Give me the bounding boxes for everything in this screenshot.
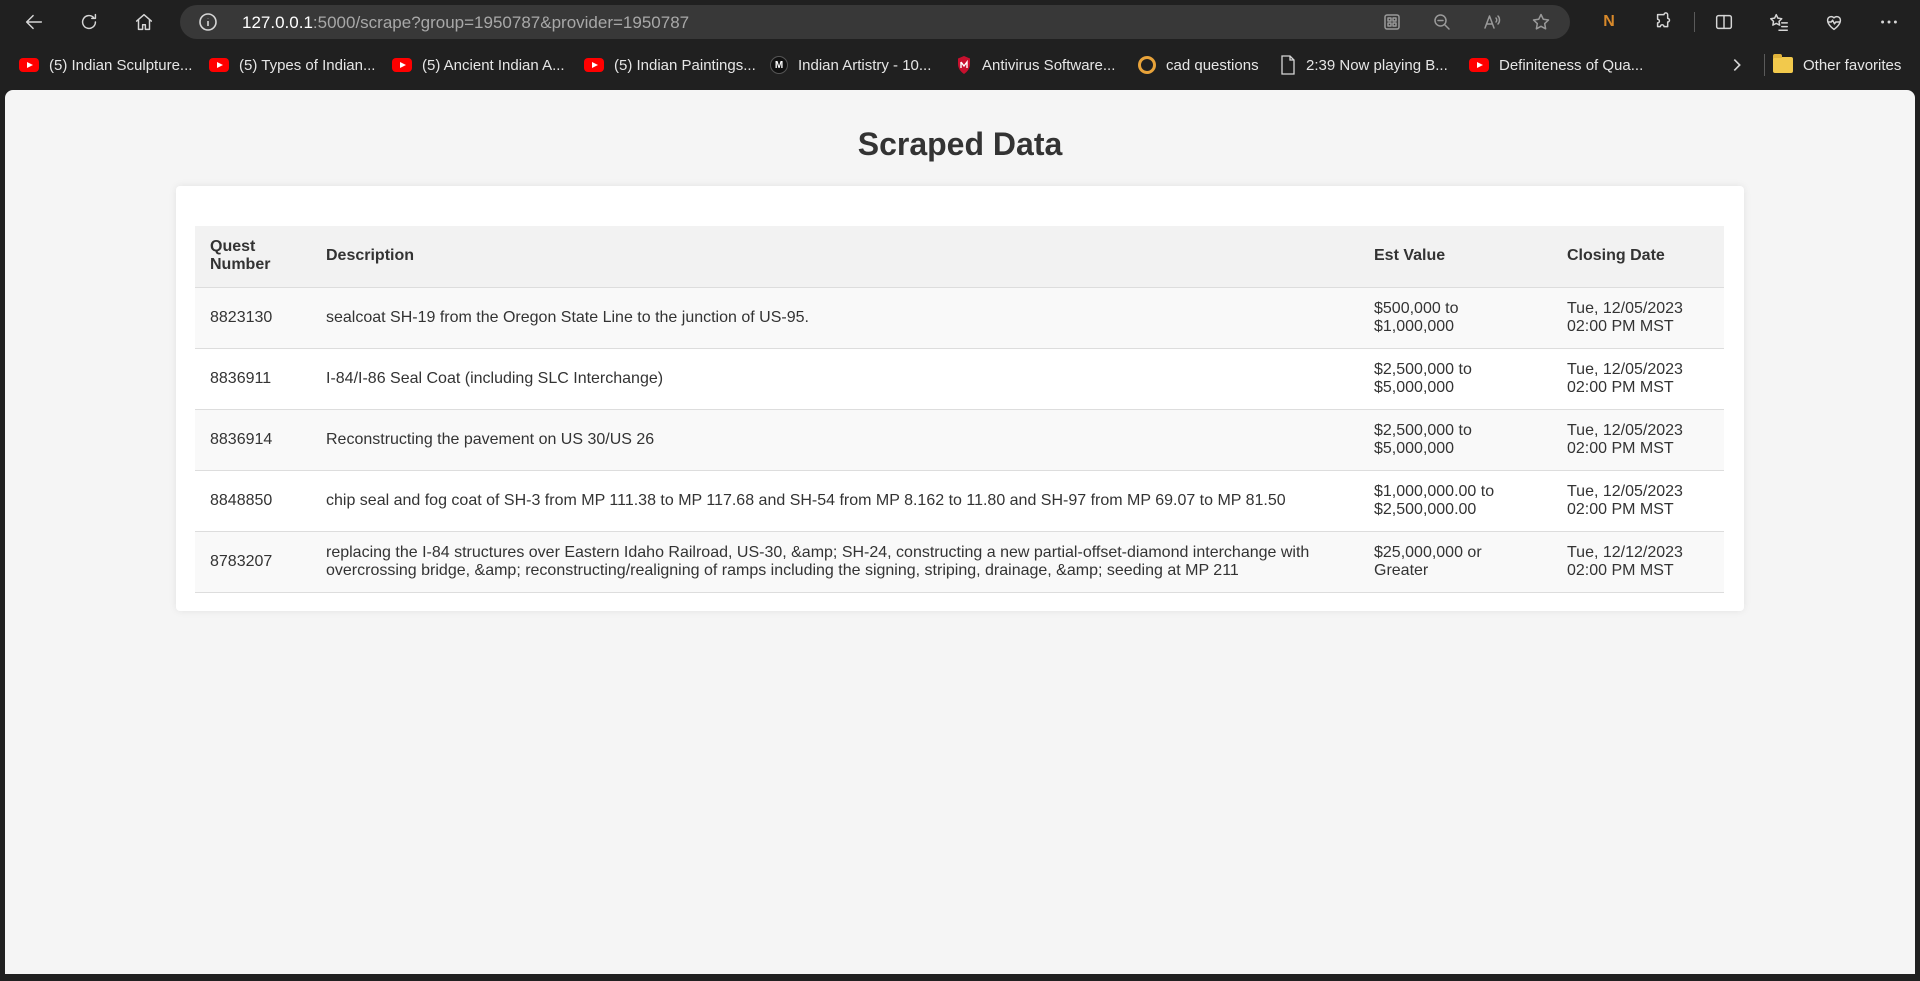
favorite-item[interactable]: Definiteness of Qua... xyxy=(1469,53,1643,77)
window-bottom-edge xyxy=(0,974,1920,981)
refresh-icon[interactable] xyxy=(73,6,105,38)
other-favorites-label: Other favorites xyxy=(1803,56,1902,74)
favorite-item[interactable]: Antivirus Software... xyxy=(956,53,1115,77)
favorite-label: (5) Indian Paintings... xyxy=(614,56,756,74)
favorite-item[interactable]: M Indian Artistry - 10... xyxy=(770,53,931,77)
cell-closing-date: Tue, 12/05/2023 02:00 PM MST xyxy=(1552,287,1724,349)
cell-closing-date: Tue, 12/05/2023 02:00 PM MST xyxy=(1552,409,1724,471)
favorite-item[interactable]: cad questions xyxy=(1138,53,1259,77)
scraped-data-table: Quest Number Description Est Value Closi… xyxy=(195,226,1724,593)
url-host: 127.0.0.1 xyxy=(242,13,313,32)
youtube-icon xyxy=(19,58,39,72)
favorite-item[interactable]: (5) Indian Sculpture... xyxy=(19,53,192,77)
extension-n-label: N xyxy=(1603,13,1615,30)
more-menu-icon[interactable] xyxy=(1873,6,1905,38)
extension-n-icon[interactable]: N xyxy=(1593,6,1625,38)
cell-description: Reconstructing the pavement on US 30/US … xyxy=(311,409,1359,471)
cell-description: chip seal and fog coat of SH-3 from MP 1… xyxy=(311,470,1359,532)
address-bar[interactable]: 127.0.0.1:5000/scrape?group=1950787&prov… xyxy=(180,5,1570,39)
other-favorites[interactable]: Other favorites xyxy=(1773,53,1901,77)
toolbar-separator xyxy=(1694,12,1695,32)
favorite-label: 2:39 Now playing B... xyxy=(1306,56,1448,74)
favorite-item[interactable]: 2:39 Now playing B... xyxy=(1280,53,1448,77)
back-icon[interactable] xyxy=(18,6,50,38)
shield-icon xyxy=(958,56,970,74)
page-viewport: Scraped Data Quest Number Description Es… xyxy=(5,90,1915,974)
favorite-label: (5) Types of Indian... xyxy=(239,56,376,74)
folder-icon xyxy=(1773,54,1793,73)
cell-quest-number: 8783207 xyxy=(195,531,311,593)
youtube-icon xyxy=(209,58,229,72)
table-header-row: Quest Number Description Est Value Closi… xyxy=(195,226,1724,288)
favorite-label: cad questions xyxy=(1166,56,1259,74)
cell-quest-number: 8848850 xyxy=(195,470,311,532)
cell-closing-date: Tue, 12/05/2023 02:00 PM MST xyxy=(1552,470,1724,532)
table-row: 8823130 sealcoat SH-19 from the Oregon S… xyxy=(195,287,1724,349)
favorite-item[interactable]: (5) Types of Indian... xyxy=(209,53,375,77)
apps-icon[interactable] xyxy=(1382,12,1404,34)
cell-quest-number: 8823130 xyxy=(195,287,311,349)
header-closing-date: Closing Date xyxy=(1552,226,1724,288)
header-quest-number: Quest Number xyxy=(195,226,311,288)
youtube-icon xyxy=(392,58,412,72)
home-icon[interactable] xyxy=(128,6,160,38)
table-row: 8848850 chip seal and fog coat of SH-3 f… xyxy=(195,470,1724,532)
page-title: Scraped Data xyxy=(857,126,1063,162)
cell-closing-date: Tue, 12/05/2023 02:00 PM MST xyxy=(1552,348,1724,410)
favorite-star-icon[interactable] xyxy=(1531,12,1553,34)
favorite-label: Indian Artistry - 10... xyxy=(798,56,932,74)
cell-quest-number: 8836914 xyxy=(195,409,311,471)
favorite-label: Definiteness of Qua... xyxy=(1499,56,1644,74)
favorites-separator xyxy=(1764,54,1765,76)
cell-est-value: $2,500,000 to $5,000,000 xyxy=(1359,409,1552,471)
site-info-icon[interactable] xyxy=(198,12,218,32)
favorites-bar: (5) Indian Sculpture... (5) Types of Ind… xyxy=(0,44,1920,86)
favorite-label: (5) Indian Sculpture... xyxy=(49,56,193,74)
favorite-label: Antivirus Software... xyxy=(982,56,1116,74)
cell-est-value: $1,000,000.00 to $2,500,000.00 xyxy=(1359,470,1552,532)
browser-essentials-icon[interactable] xyxy=(1818,6,1850,38)
chevron-right-icon[interactable] xyxy=(1728,56,1748,76)
split-screen-icon[interactable] xyxy=(1708,6,1740,38)
read-aloud-icon[interactable] xyxy=(1482,12,1504,34)
table-row: 8836911 I-84/I-86 Seal Coat (including S… xyxy=(195,348,1724,410)
extensions-puzzle-icon[interactable] xyxy=(1648,6,1680,38)
table-row: 8783207 replacing the I-84 structures ov… xyxy=(195,531,1724,593)
table-row: 8836914 Reconstructing the pavement on U… xyxy=(195,409,1724,471)
youtube-icon xyxy=(1469,58,1489,72)
favorite-label: (5) Ancient Indian A... xyxy=(422,56,565,74)
zoom-out-icon[interactable] xyxy=(1432,12,1454,34)
cell-description: I-84/I-86 Seal Coat (including SLC Inter… xyxy=(311,348,1359,410)
cell-est-value: $500,000 to $1,000,000 xyxy=(1359,287,1552,349)
cell-quest-number: 8836911 xyxy=(195,348,311,410)
header-description: Description xyxy=(311,226,1359,288)
favorites-icon[interactable] xyxy=(1763,6,1795,38)
cell-description: replacing the I-84 structures over Easte… xyxy=(311,531,1359,593)
url-path: :5000/scrape?group=1950787&provider=1950… xyxy=(312,13,690,32)
cell-closing-date: Tue, 12/12/2023 02:00 PM MST xyxy=(1552,531,1724,593)
browser-toolbar: 127.0.0.1:5000/scrape?group=1950787&prov… xyxy=(0,0,1920,44)
document-icon xyxy=(1281,55,1295,75)
m-logo-icon: M xyxy=(770,56,788,74)
favorite-item[interactable]: (5) Indian Paintings... xyxy=(584,53,756,77)
q-icon xyxy=(1138,56,1156,74)
table-card: Quest Number Description Est Value Closi… xyxy=(176,186,1744,611)
url-text[interactable]: 127.0.0.1:5000/scrape?group=1950787&prov… xyxy=(242,13,689,33)
youtube-icon xyxy=(584,58,604,72)
cell-description: sealcoat SH-19 from the Oregon State Lin… xyxy=(311,287,1359,349)
favorite-item[interactable]: (5) Ancient Indian A... xyxy=(392,53,565,77)
cell-est-value: $2,500,000 to $5,000,000 xyxy=(1359,348,1552,410)
cell-est-value: $25,000,000 or Greater xyxy=(1359,531,1552,593)
header-est-value: Est Value xyxy=(1359,226,1552,288)
